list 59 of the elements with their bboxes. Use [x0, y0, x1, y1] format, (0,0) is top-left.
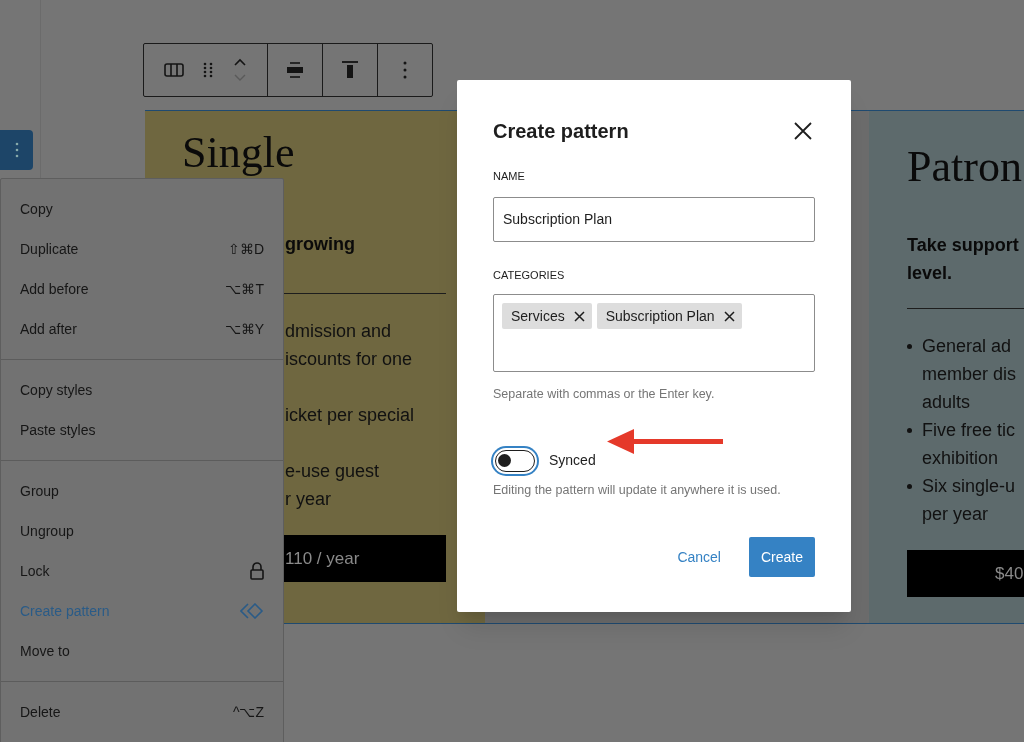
close-icon [794, 122, 812, 140]
more-options-icon [14, 142, 19, 158]
menu-item[interactable]: Delete ^⌥Z [1, 692, 283, 732]
columns-icon[interactable] [163, 63, 184, 77]
benefit-text: exhibition [922, 446, 999, 470]
menu-item[interactable]: Duplicate ⇧⌘D [1, 229, 283, 269]
shortcut-text: ⌥⌘T [225, 279, 264, 299]
synced-toggle[interactable] [493, 447, 537, 474]
card-heading: Single [182, 128, 295, 178]
benefit-text: Five free tic [922, 418, 1016, 442]
benefit-text: Six single-u [922, 474, 1016, 498]
categories-field[interactable]: Services Subscription Plan [493, 294, 815, 372]
menu-item[interactable]: Copy styles [1, 370, 283, 410]
shortcut-text: ⌥⌘Y [224, 319, 264, 339]
lock-icon [250, 562, 264, 580]
field-label: NAME [493, 169, 525, 184]
dialog-title: Create pattern [493, 119, 629, 144]
benefit-text: iscounts for one [285, 347, 413, 371]
more-options-icon[interactable] [403, 61, 407, 79]
benefit-text: icket per special [285, 403, 415, 427]
menu-item[interactable]: Paste styles [1, 410, 283, 450]
card-tagline: Take support [907, 234, 1019, 257]
benefit-text: General ad [922, 334, 1012, 358]
bullet-icon [907, 483, 912, 489]
bullet-icon [907, 343, 912, 349]
drag-handle-icon[interactable] [203, 62, 214, 78]
cancel-button[interactable]: Cancel [665, 537, 733, 577]
benefit-text: per year [922, 502, 989, 526]
align-center-icon[interactable] [285, 60, 305, 80]
benefit-text: e-use guest [285, 459, 380, 483]
align-top-icon[interactable] [340, 60, 360, 80]
category-token: Subscription Plan [596, 303, 742, 329]
diamond-icon [240, 603, 264, 619]
benefit-text: r year [285, 487, 331, 511]
menu-item[interactable]: Add before ⌥⌘T [1, 269, 283, 309]
move-up-down-icon[interactable] [233, 57, 248, 83]
help-text: Editing the pattern will update it anywhere it is used. [493, 481, 782, 499]
remove-icon[interactable] [723, 310, 735, 322]
menu-item[interactable]: Copy [1, 189, 283, 229]
shortcut-text: ^⌥Z [232, 702, 264, 722]
menu-item[interactable]: Group [1, 471, 283, 511]
toggle-label: Synced [549, 451, 596, 471]
card-tagline: growing [285, 233, 355, 256]
category-token: Services [502, 303, 592, 329]
bullet-icon [907, 427, 912, 433]
help-text: Separate with commas or the Enter key. [493, 386, 716, 403]
remove-icon[interactable] [573, 310, 585, 322]
name-field[interactable]: Subscription Plan [493, 196, 815, 242]
create-button[interactable]: Create [748, 537, 815, 577]
card-heading: Patron [907, 151, 1022, 182]
benefit-text: member dis [922, 362, 1017, 386]
field-label: CATEGORIES [493, 267, 565, 283]
card-tagline: level. [907, 262, 953, 285]
price-button[interactable]: $40 [907, 550, 1024, 597]
benefit-text: adults [922, 390, 971, 414]
benefit-text: dmission and [285, 319, 392, 343]
menu-item[interactable]: Move to [1, 631, 283, 671]
shortcut-text: ⇧⌘D [227, 239, 264, 259]
menu-item[interactable]: Add after ⌥⌘Y [1, 309, 283, 349]
